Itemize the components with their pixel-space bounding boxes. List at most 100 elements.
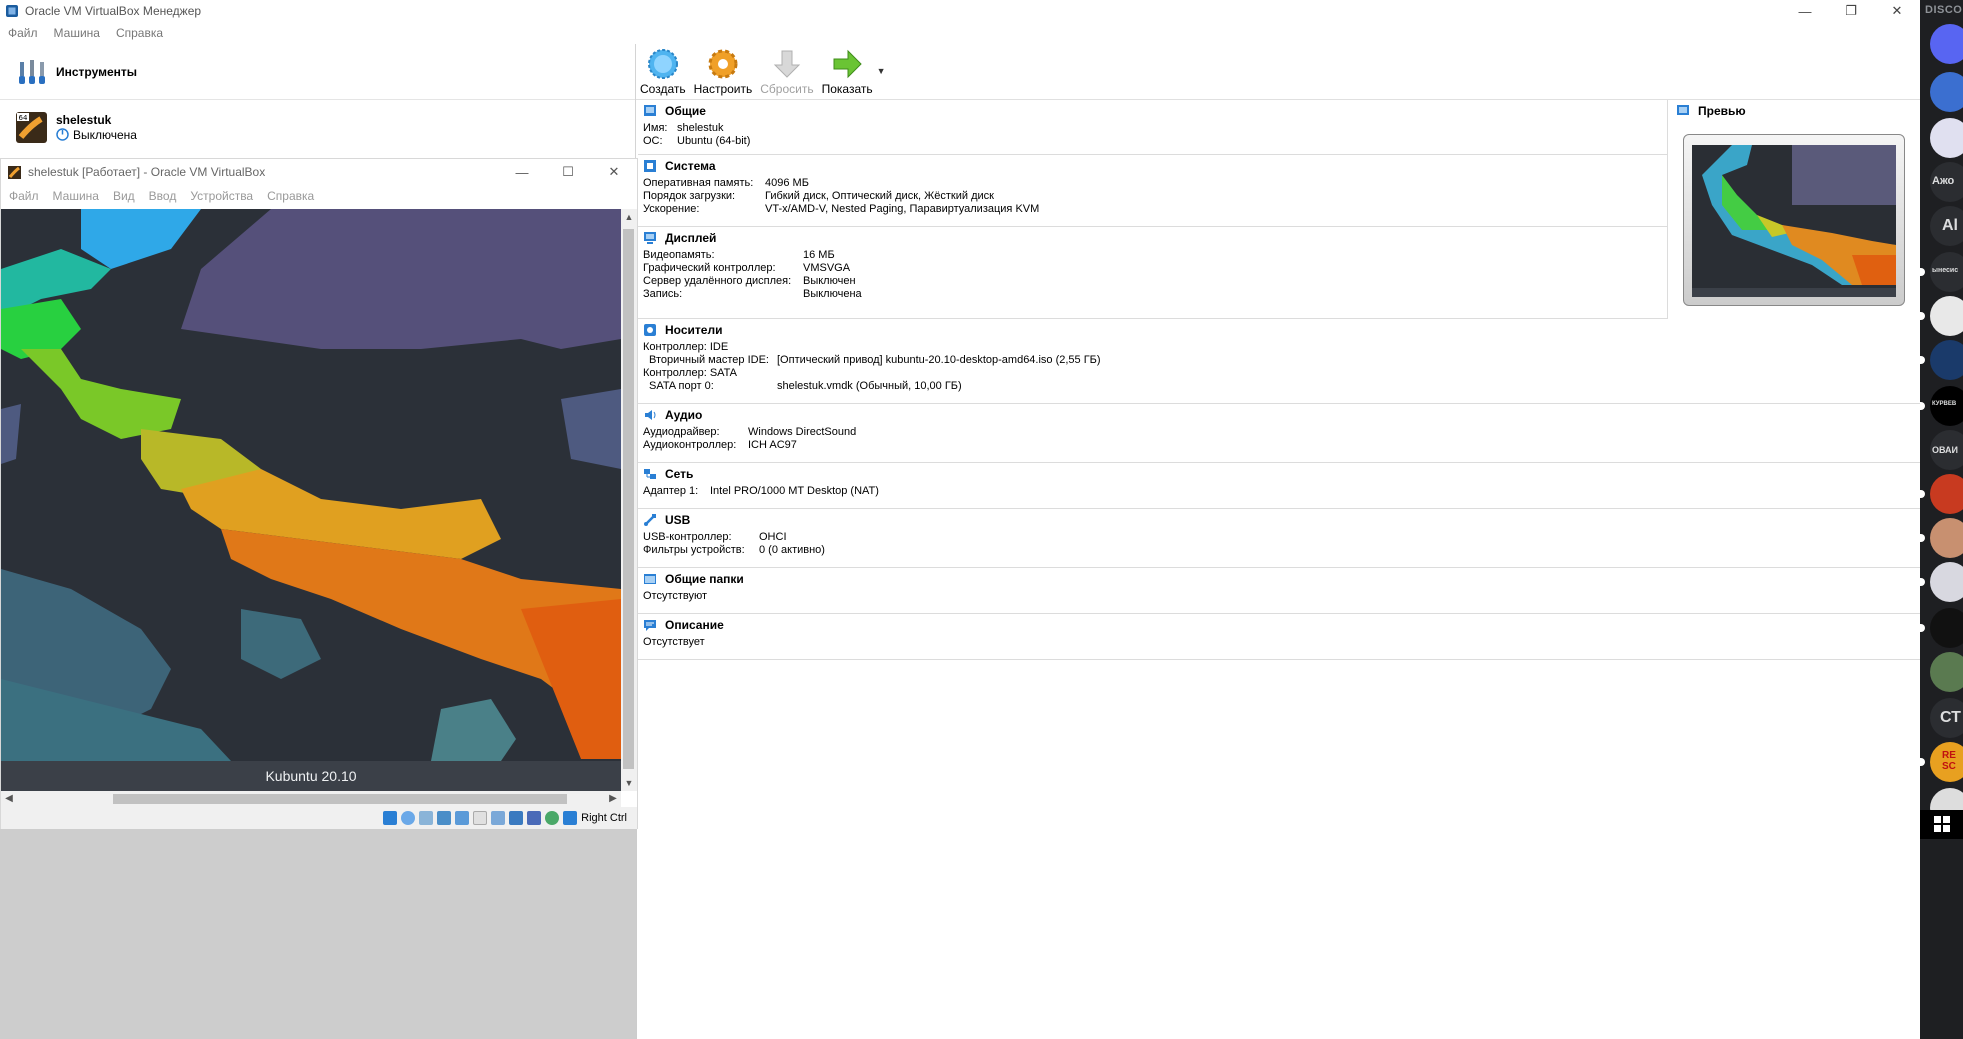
vm-menu-view[interactable]: Вид [113, 189, 135, 203]
minimize-button[interactable]: — [1782, 0, 1828, 22]
vm-menu-devices[interactable]: Устройства [190, 189, 253, 203]
ubuntu-os-icon: 64 [16, 111, 47, 143]
unread-pip-1 [1920, 268, 1925, 276]
description-title: Описание [665, 618, 724, 632]
server-avatar-13[interactable] [1930, 608, 1963, 648]
close-button[interactable]: ✕ [1874, 0, 1920, 22]
host-key-label: Right Ctrl [581, 812, 627, 824]
gc-key: Графический контроллер: [643, 262, 776, 274]
vm-maximize-button[interactable]: ☐ [545, 159, 591, 185]
ram-value: 4096 МБ [765, 177, 809, 189]
section-system: Система Оперативная память: 4096 МБ Поряд… [638, 155, 1668, 227]
server-text-1: Ажо [1932, 175, 1955, 187]
vm-list-item[interactable]: 64 shelestuk Выключена [0, 104, 635, 150]
mouse-integration-status-icon[interactable] [545, 811, 560, 825]
section-network: Сеть Адаптер 1: Intel PRO/1000 MT Desktop… [638, 463, 1920, 509]
usb-icon [644, 514, 656, 526]
vm-menu-input[interactable]: Ввод [149, 189, 177, 203]
scroll-up-icon[interactable]: ▲ [621, 209, 637, 225]
vm-statusbar: Right Ctrl [1, 807, 637, 829]
guest-display[interactable]: Kubuntu 20.10 [1, 209, 621, 791]
scroll-right-icon[interactable]: ▶ [605, 791, 621, 807]
create-button[interactable]: Создать [640, 44, 686, 96]
display-title: Дисплей [665, 231, 717, 245]
display-status-icon[interactable] [491, 811, 506, 825]
rds-value: Выключен [803, 275, 856, 287]
keyboard-status-icon[interactable] [563, 811, 578, 825]
shared-folders-icon [644, 574, 656, 584]
section-shared-folders: Общие папки Отсутствуют [638, 568, 1920, 614]
vm-menu-file[interactable]: Файл [9, 189, 39, 203]
name-value: shelestuk [677, 122, 724, 134]
system-icon [644, 160, 656, 172]
settings-button[interactable]: Настроить [693, 44, 753, 96]
vm-window-icon [8, 165, 21, 179]
system-title: Система [665, 159, 716, 173]
server-text-7: RE SC [1942, 750, 1956, 772]
server-avatar-6[interactable] [1930, 296, 1963, 336]
server-avatar-2[interactable] [1930, 118, 1963, 158]
show-dropdown-icon[interactable]: ▼ [877, 66, 886, 76]
preview-header: Превью [1668, 100, 1920, 122]
guest-vertical-scrollbar[interactable]: ▲ ▼ [621, 209, 637, 791]
unread-pip-8 [1920, 624, 1925, 632]
empty-area-divider [636, 829, 637, 1039]
shared-folders-status-icon[interactable] [473, 811, 488, 825]
server-avatar-14[interactable] [1930, 652, 1963, 692]
discard-button[interactable]: Сбросить [760, 44, 814, 96]
vram-value: 16 МБ [803, 249, 835, 261]
menu-file[interactable]: Файл [8, 26, 38, 40]
menu-help[interactable]: Справка [116, 26, 163, 40]
guest-bottom-label: Kubuntu 20.10 [1, 761, 621, 791]
vm-state-text: Выключена [73, 127, 137, 142]
discord-home-icon[interactable] [1930, 24, 1963, 64]
hard-disk-status-icon[interactable] [383, 811, 398, 825]
usb-controller-value: OHCI [759, 531, 787, 543]
unread-pip-6 [1920, 534, 1925, 542]
cpu-status-icon[interactable] [527, 811, 542, 825]
network-status-icon[interactable] [437, 811, 452, 825]
show-button[interactable]: Показать [822, 44, 873, 96]
server-avatar-10[interactable] [1930, 474, 1963, 514]
vm-minimize-button[interactable]: — [499, 159, 545, 185]
restore-button[interactable]: ❐ [1828, 0, 1874, 22]
usb-controller-key: USB-контроллер: [643, 531, 732, 543]
preview-title: Превью [1698, 104, 1746, 118]
audio-icon [645, 410, 656, 420]
section-audio: Аудио Аудиодрайвер: Windows DirectSound А… [638, 404, 1920, 463]
usb-status-icon[interactable] [455, 811, 470, 825]
server-avatar-12[interactable] [1930, 562, 1963, 602]
shared-folders-value: Отсутствуют [643, 590, 708, 602]
create-label: Создать [640, 82, 686, 96]
vm-menu-machine[interactable]: Машина [53, 189, 99, 203]
audio-driver-value: Windows DirectSound [748, 426, 857, 438]
menu-machine[interactable]: Машина [54, 26, 100, 40]
optical-drive-status-icon[interactable] [401, 811, 416, 825]
audio-title: Аудио [665, 408, 703, 422]
usb-title: USB [665, 513, 691, 527]
unread-pip-4 [1920, 402, 1925, 410]
unread-pip-2 [1920, 312, 1925, 320]
recording-status-icon[interactable] [509, 811, 524, 825]
os-key: ОС: [643, 135, 663, 147]
tools-item[interactable]: Инструменты [0, 44, 635, 100]
section-general: Общие Имя: shelestuk ОС: Ubuntu (64-bit) [638, 100, 1668, 155]
server-avatar-7[interactable] [1930, 340, 1963, 380]
show-label: Показать [821, 82, 873, 96]
scroll-down-icon[interactable]: ▼ [621, 775, 637, 791]
description-value: Отсутствует [643, 636, 705, 648]
vm-menu-help[interactable]: Справка [267, 189, 314, 203]
scroll-left-icon[interactable]: ◀ [1, 791, 17, 807]
windows-start-icon[interactable] [1934, 816, 1950, 832]
settings-label: Настроить [693, 82, 753, 96]
vm-window-titlebar: shelestuk [Работает] - Oracle VM Virtual… [1, 159, 637, 185]
vertical-scroll-thumb[interactable] [623, 229, 634, 769]
vm-close-button[interactable]: ✕ [591, 159, 637, 185]
guest-horizontal-scrollbar[interactable]: ◀ ▶ [1, 791, 621, 807]
server-avatar-1[interactable] [1930, 72, 1963, 112]
preview-screen-image [1692, 145, 1896, 297]
server-avatar-11[interactable] [1930, 518, 1963, 558]
ide-port-value: [Оптический привод] kubuntu-20.10-deskto… [777, 354, 1101, 366]
horizontal-scroll-thumb[interactable] [113, 794, 567, 804]
audio-status-icon[interactable] [419, 811, 434, 825]
